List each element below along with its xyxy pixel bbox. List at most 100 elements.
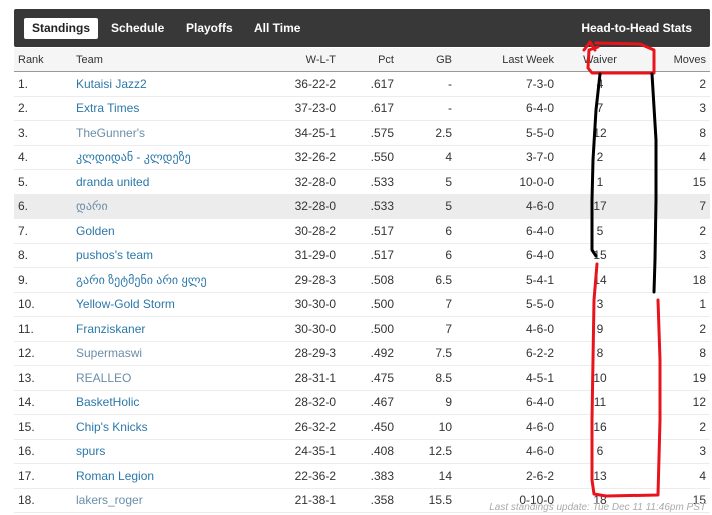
gb-cell: 6 — [398, 218, 456, 244]
col-rank[interactable]: Rank — [14, 48, 72, 72]
waiver-cell: 10 — [558, 365, 642, 391]
pct-cell: .500 — [340, 316, 398, 342]
team-link[interactable]: Chip's Knicks — [76, 420, 148, 434]
moves-cell: 2 — [642, 71, 710, 97]
team-link[interactable]: Extra Times — [76, 101, 139, 115]
waiver-cell: 13 — [558, 463, 642, 489]
last-week-cell: 6-4-0 — [456, 218, 558, 244]
col-last-week[interactable]: Last Week — [456, 48, 558, 72]
team-cell: REALLEO — [72, 365, 254, 391]
team-link[interactable]: Yellow-Gold Storm — [76, 297, 175, 311]
team-cell: Extra Times — [72, 96, 254, 121]
moves-cell: 8 — [642, 120, 710, 146]
moves-cell: 3 — [642, 96, 710, 121]
gb-cell: 7 — [398, 316, 456, 342]
table-row: 14. BasketHolic 28-32-0.467 9 6-4-0 11 12 — [14, 390, 710, 415]
waiver-cell: 6 — [558, 439, 642, 464]
gb-cell: 5 — [398, 169, 456, 195]
wlt-cell: 30-30-0 — [254, 292, 340, 317]
pct-cell: .383 — [340, 463, 398, 489]
header-row: Rank Team W-L-T Pct GB Last Week Waiver … — [14, 48, 710, 72]
waiver-cell: 5 — [558, 218, 642, 244]
moves-cell: 3 — [642, 439, 710, 464]
team-link[interactable]: კლდიდან - კლდეზე — [76, 150, 191, 164]
col-pct[interactable]: Pct — [340, 48, 398, 72]
tab-head-to-head-stats[interactable]: Head-to-Head Stats — [581, 18, 692, 39]
pct-cell: .492 — [340, 341, 398, 366]
table-row: 11. Franziskaner 30-30-0.500 7 4-6-0 9 2 — [14, 316, 710, 342]
moves-cell: 18 — [642, 267, 710, 293]
last-week-cell: 6-4-0 — [456, 390, 558, 415]
team-link[interactable]: REALLEO — [76, 371, 131, 385]
table-row: 3. TheGunner's 34-25-1.575 2.5 5-5-0 12 8 — [14, 120, 710, 146]
team-link[interactable]: Franziskaner — [76, 322, 145, 336]
last-week-cell: 3-7-0 — [456, 145, 558, 170]
gb-cell: 14 — [398, 463, 456, 489]
col-waiver[interactable]: Waiver — [558, 48, 642, 72]
col-moves[interactable]: Moves — [642, 48, 710, 72]
moves-cell: 4 — [642, 145, 710, 170]
rank-cell: 16. — [14, 439, 72, 464]
team-link[interactable]: დარი — [76, 199, 108, 213]
last-week-cell: 4-6-0 — [456, 316, 558, 342]
team-cell: dranda united — [72, 169, 254, 195]
col-gb[interactable]: GB — [398, 48, 456, 72]
team-cell: TheGunner's — [72, 120, 254, 146]
team-link[interactable]: pushos's team — [76, 248, 153, 262]
last-week-cell: 6-4-0 — [456, 96, 558, 121]
team-link[interactable]: Golden — [76, 224, 115, 238]
gb-cell: 7.5 — [398, 341, 456, 366]
tab-playoffs[interactable]: Playoffs — [186, 18, 233, 39]
team-link[interactable]: Roman Legion — [76, 469, 154, 483]
gb-cell: 12.5 — [398, 439, 456, 464]
last-week-cell: 5-5-0 — [456, 292, 558, 317]
moves-cell: 7 — [642, 194, 710, 219]
wlt-cell: 28-32-0 — [254, 390, 340, 415]
col-wlt[interactable]: W-L-T — [254, 48, 340, 72]
pct-cell: .450 — [340, 414, 398, 440]
wlt-cell: 32-26-2 — [254, 145, 340, 170]
wlt-cell: 26-32-2 — [254, 414, 340, 440]
team-link[interactable]: Kutaisi Jazz2 — [76, 77, 147, 91]
team-link[interactable]: BasketHolic — [76, 395, 139, 409]
team-cell: გარი ზეტმენი არი ყლე — [72, 267, 254, 293]
waiver-cell: 1 — [558, 169, 642, 195]
table-row: 1. Kutaisi Jazz2 36-22-2.617-7-3-0 4 2 — [14, 71, 710, 97]
team-cell: Yellow-Gold Storm — [72, 292, 254, 317]
rank-cell: 14. — [14, 390, 72, 415]
wlt-cell: 28-31-1 — [254, 365, 340, 391]
tab-standings[interactable]: Standings — [24, 18, 99, 39]
waiver-cell: 14 — [558, 267, 642, 293]
waiver-cell: 17 — [558, 194, 642, 219]
gb-cell: - — [398, 96, 456, 121]
last-week-cell: 10-0-0 — [456, 169, 558, 195]
wlt-cell: 30-30-0 — [254, 316, 340, 342]
rank-cell: 4. — [14, 145, 72, 170]
team-link[interactable]: dranda united — [76, 175, 149, 189]
wlt-cell: 36-22-2 — [254, 71, 340, 97]
moves-cell: 2 — [642, 414, 710, 440]
team-link[interactable]: TheGunner's — [76, 126, 145, 140]
tab-all-time[interactable]: All Time — [254, 18, 300, 39]
table-row: 15. Chip's Knicks 26-32-2.450 10 4-6-0 16 2 — [14, 414, 710, 440]
team-link[interactable]: Supermaswi — [76, 346, 142, 360]
table-row: 12. Supermaswi 28-29-3.492 7.5 6-2-2 8 8 — [14, 341, 710, 366]
wlt-cell: 37-23-0 — [254, 96, 340, 121]
gb-cell: - — [398, 71, 456, 97]
last-week-cell: 2-6-2 — [456, 463, 558, 489]
rank-cell: 7. — [14, 218, 72, 244]
team-link[interactable]: გარი ზეტმენი არი ყლე — [76, 273, 207, 287]
team-link[interactable]: lakers_roger — [76, 493, 143, 507]
pct-cell: .517 — [340, 243, 398, 268]
team-cell: Kutaisi Jazz2 — [72, 71, 254, 97]
wlt-cell: 29-28-3 — [254, 267, 340, 293]
col-team[interactable]: Team — [72, 48, 254, 72]
gb-cell: 9 — [398, 390, 456, 415]
standings-table: Rank Team W-L-T Pct GB Last Week Waiver … — [14, 48, 710, 513]
tab-schedule[interactable]: Schedule — [111, 18, 164, 39]
table-row: 7. Golden 30-28-2.517 6 6-4-0 5 2 — [14, 218, 710, 244]
moves-cell: 2 — [642, 316, 710, 342]
table-row: 8. pushos's team 31-29-0.517 6 6-4-0 15 3 — [14, 243, 710, 268]
team-link[interactable]: spurs — [76, 444, 105, 458]
table-row: 2. Extra Times 37-23-0.617-6-4-0 7 3 — [14, 96, 710, 121]
